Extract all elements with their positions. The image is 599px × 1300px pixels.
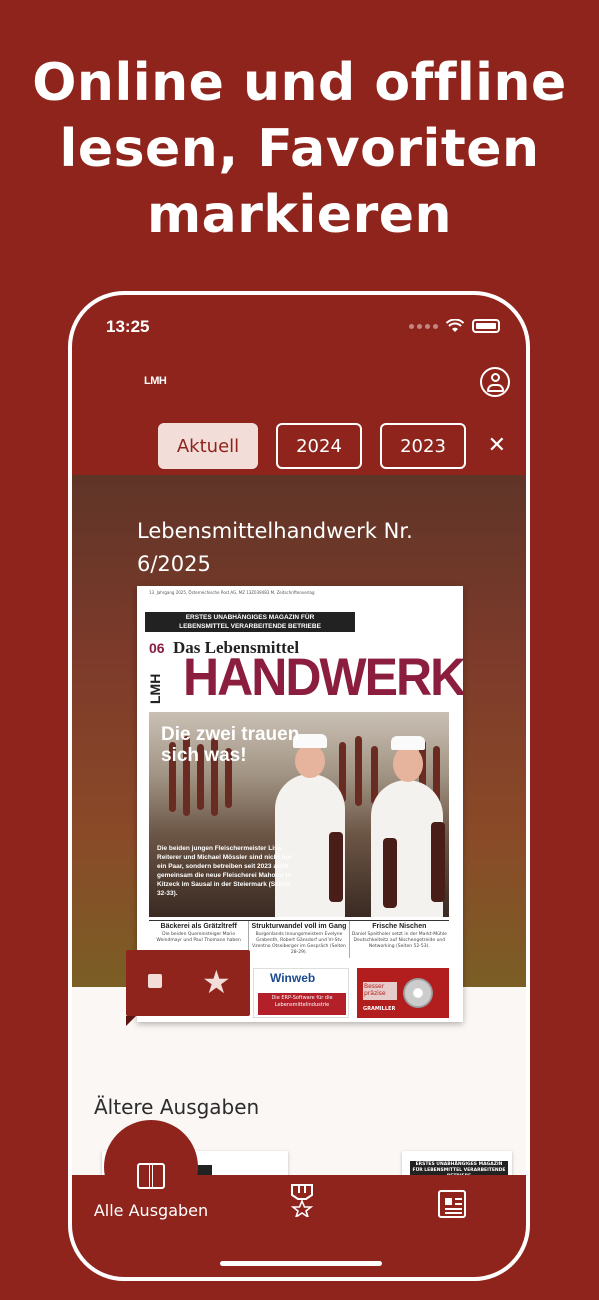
- app-header: 13:25 LMH Aktuell 2024 2023 ✕: [72, 295, 526, 475]
- issue-title-line-1: Lebensmittelhandwerk Nr.: [137, 519, 413, 543]
- cover-banner-line-1: ERSTES UNABHÄNGIGES MAGAZIN FÜR: [185, 614, 315, 621]
- cover-photo-title-line-2: sich was!: [161, 745, 247, 766]
- cover-top-text: 13. Jahrgang 2025, Österreichische Post …: [149, 590, 315, 595]
- tab-articles[interactable]: [434, 1190, 470, 1218]
- phone-frame: 13:25 LMH Aktuell 2024 2023 ✕ Lebensmitt…: [68, 291, 530, 1281]
- cover-photo: Die zwei trauen sich was! Die beiden jun…: [149, 712, 449, 917]
- wifi-icon: [446, 319, 464, 332]
- cover-photo-title: Die zwei trauen sich was!: [161, 724, 299, 766]
- status-time: 13:25: [106, 317, 150, 336]
- issue-title-line-2: 6/2025: [137, 552, 211, 576]
- headline-line-3: markieren: [146, 185, 453, 245]
- badge-icon: [290, 1184, 314, 1219]
- promo-headline: Online und offline lesen, Favoriten mark…: [0, 50, 599, 248]
- star-icon[interactable]: ★: [202, 962, 231, 1002]
- battery-icon: [472, 319, 500, 333]
- year-tabs: Aktuell 2024 2023: [158, 423, 466, 469]
- ad-winweb-sub: Die ERP-Software für die Lebensmittelind…: [258, 993, 346, 1015]
- headline-line-2: lesen, Favoriten: [59, 119, 540, 179]
- tab-aktuell[interactable]: Aktuell: [158, 423, 258, 469]
- download-icon[interactable]: [148, 974, 162, 988]
- ad-gramiller-graphic: [403, 978, 433, 1008]
- cover-lmh: LMH: [147, 673, 163, 704]
- tab-2024[interactable]: 2024: [276, 423, 362, 469]
- cover-handwerk: HANDWERK: [183, 647, 463, 707]
- tab-2023[interactable]: 2023: [380, 423, 466, 469]
- status-icons: [409, 319, 500, 333]
- ad-winweb: Winweb Die ERP-Software für die Lebensmi…: [253, 968, 349, 1018]
- cover-column-heading: Bäckerei als Grätzltreff: [160, 923, 237, 930]
- cover-column-text: Burgenlands Innungsmeistern Evelyne Grab…: [252, 932, 346, 955]
- home-indicator[interactable]: [220, 1261, 382, 1266]
- cover-banner-line-2: LEBENSMITTEL VERARBEITENDE BETRIEBE: [179, 623, 321, 630]
- tab-favorites[interactable]: [282, 1183, 322, 1221]
- cover-column-text: Die beiden Quereinsteiger Mario Weindmay…: [156, 932, 241, 943]
- cover-issue-number: 06: [149, 640, 165, 656]
- ad-winweb-logo: Winweb: [270, 971, 316, 985]
- headline-line-1: Online und offline: [32, 53, 567, 113]
- tab-alle-ausgaben[interactable]: Alle Ausgaben: [90, 1163, 212, 1220]
- cover-column-heading: Frische Nischen: [372, 923, 427, 930]
- cover-column-text: Daniel Speitholer setzt in der Markt-Müh…: [351, 932, 447, 949]
- user-icon[interactable]: [480, 367, 510, 397]
- older-issues-title: Ältere Ausgaben: [94, 1095, 260, 1119]
- close-icon[interactable]: ✕: [488, 433, 506, 458]
- cover-column-heading: Strukturwandel voll im Gang: [251, 923, 347, 930]
- ad-gramiller-brand: GRAMILLER: [363, 1006, 396, 1012]
- ad-gramiller-text: Besser präzise: [363, 982, 397, 1000]
- cover-column: Frische Nischen Daniel Speitholer setzt …: [350, 921, 449, 958]
- issue-title: Lebensmittelhandwerk Nr. 6/2025: [137, 515, 437, 581]
- book-icon: [136, 1163, 166, 1189]
- cover-photo-title-line-1: Die zwei trauen: [161, 724, 300, 745]
- app-logo: LMH: [144, 375, 167, 387]
- cover-column: Strukturwandel voll im Gang Burgenlands …: [249, 921, 350, 958]
- tab-alle-ausgaben-label: Alle Ausgaben: [93, 1201, 209, 1220]
- cover-photo-text: Die beiden jungen Fleischermeister Lisa …: [157, 845, 293, 897]
- thumbnail-banner: ERSTES UNABHÄNGIGES MAGAZIN FÜR LEBENSMI…: [410, 1161, 508, 1179]
- newspaper-icon: [438, 1190, 466, 1218]
- issue-actions: ★: [126, 950, 250, 1026]
- cover-banner: ERSTES UNABHÄNGIGES MAGAZIN FÜR LEBENSMI…: [145, 612, 355, 632]
- ad-gramiller: Besser präzise GRAMILLER: [357, 968, 449, 1018]
- signal-icon: [409, 323, 438, 329]
